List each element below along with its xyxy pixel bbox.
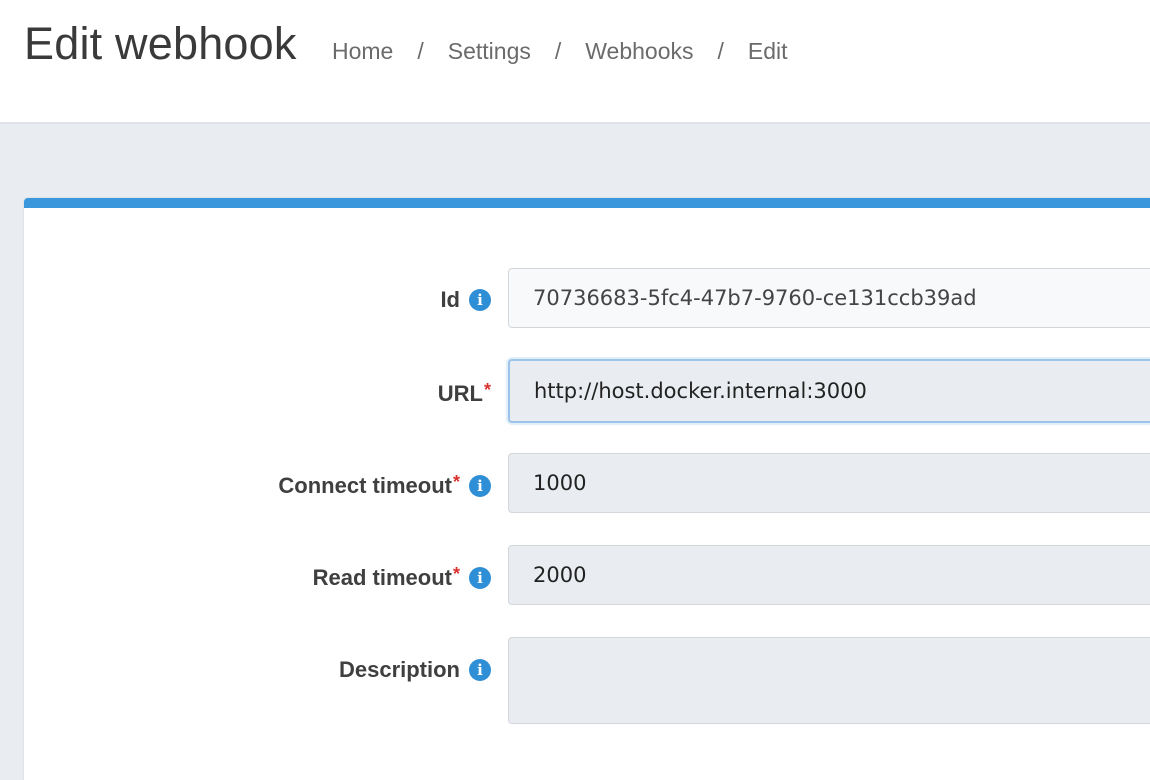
breadcrumb-edit: Edit xyxy=(747,38,788,64)
breadcrumb-settings[interactable]: Settings xyxy=(448,38,531,65)
connect-timeout-label-text: Connect timeout xyxy=(278,473,452,498)
breadcrumb-separator: / xyxy=(554,38,562,64)
description-label-text: Description xyxy=(338,657,460,682)
url-label-text: URL xyxy=(437,381,483,406)
read-timeout-input[interactable] xyxy=(533,563,1144,587)
id-label-text: Id xyxy=(440,287,460,312)
description-textarea[interactable] xyxy=(533,638,1144,723)
breadcrumb-separator: / xyxy=(417,38,424,64)
description-field[interactable] xyxy=(508,637,1150,724)
info-icon[interactable]: i xyxy=(469,567,491,589)
breadcrumb-home[interactable]: Home xyxy=(332,38,393,65)
page-header: Edit webhook Home / Settings / Webhooks … xyxy=(0,0,1150,124)
description-label: Description i xyxy=(339,657,491,683)
id-field xyxy=(508,268,1150,328)
info-icon[interactable]: i xyxy=(469,659,491,681)
read-timeout-field[interactable] xyxy=(508,545,1150,605)
page-title: Edit webhook xyxy=(24,18,297,69)
url-field[interactable] xyxy=(508,359,1150,423)
info-icon[interactable]: i xyxy=(469,475,491,497)
required-marker: * xyxy=(452,563,460,584)
url-input[interactable] xyxy=(534,379,1144,403)
connect-timeout-label: Connect timeout * i xyxy=(278,471,491,499)
breadcrumb: Home / Settings / Webhooks / Edit xyxy=(332,38,788,65)
read-timeout-label: Read timeout * i xyxy=(312,563,491,591)
read-timeout-label-text: Read timeout xyxy=(312,565,452,590)
breadcrumb-webhooks[interactable]: Webhooks xyxy=(585,38,693,65)
required-marker: * xyxy=(483,379,491,400)
required-marker: * xyxy=(452,471,460,492)
url-label: URL * xyxy=(437,379,491,407)
id-input xyxy=(533,286,1144,310)
breadcrumb-separator: / xyxy=(717,38,724,64)
id-label: Id i xyxy=(440,287,491,313)
connect-timeout-field[interactable] xyxy=(508,453,1150,513)
info-icon[interactable]: i xyxy=(469,289,491,311)
connect-timeout-input[interactable] xyxy=(533,471,1144,495)
webhook-form-card: Id i URL * Connect timeout * i Read time… xyxy=(24,198,1150,780)
